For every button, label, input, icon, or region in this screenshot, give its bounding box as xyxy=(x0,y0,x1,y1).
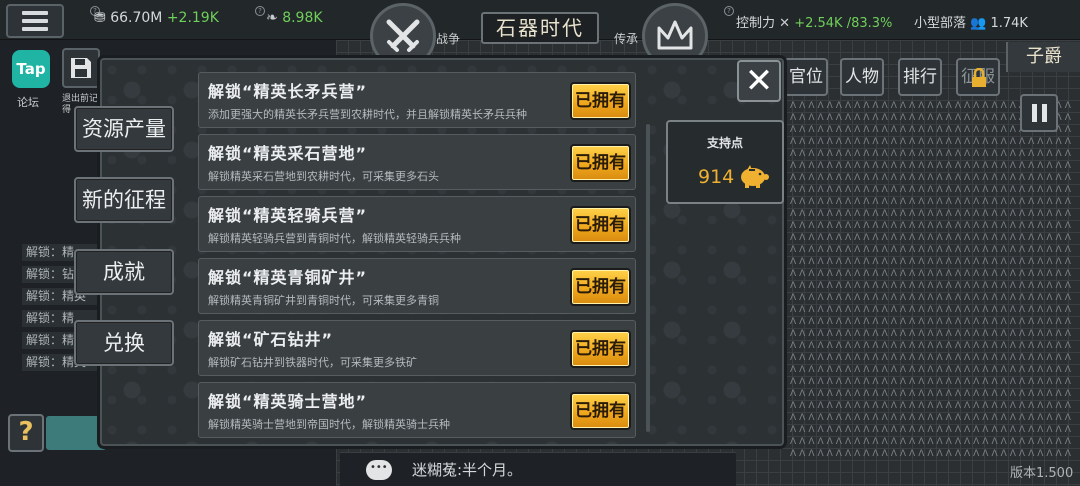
map-cells: ᐱᐱᐱᐱᐱᐱᐱᐱᐱᐱᐱᐱᐱᐱᐱᐱᐱᐱᐱᐱᐱᐱᐱᐱᐱᐱᐱᐱᐱᐱᐱᐱᐱᐱᐱᐱᐱᐱᐱᐱ… xyxy=(790,101,1074,459)
pause-button[interactable] xyxy=(1020,94,1058,132)
crossed-swords-icon xyxy=(386,19,420,52)
item-desc: 解锁精英青铜矿井到青铜时代，可采集更多青铜 xyxy=(208,294,439,307)
item-desc: 解锁精英骑士营地到帝国时代，解锁精英骑士兵种 xyxy=(208,418,450,431)
control-stat: 控制力 ✕ +2.54K /83.3% xyxy=(736,12,892,31)
tab-new-journey[interactable]: 新的征程 xyxy=(74,177,174,223)
battle-label: 战争 xyxy=(436,32,461,46)
coins-value: 66.70M xyxy=(110,10,163,26)
unlock-list[interactable]: 解锁“精英长矛兵营” 添加更强大的精英长矛兵营到农耕时代，并且解锁精英长矛兵兵种… xyxy=(198,72,636,440)
control-delta: +2.54K xyxy=(794,16,843,31)
crown-icon xyxy=(657,20,693,50)
help-small-icon[interactable]: ? xyxy=(724,6,734,16)
save-button[interactable] xyxy=(62,48,100,88)
floppy-disk-icon xyxy=(71,58,91,78)
tab-achievements[interactable]: 成就 xyxy=(74,249,174,295)
tab-resource-output[interactable]: 资源产量 xyxy=(74,106,174,152)
help-button[interactable]: ? xyxy=(8,414,44,452)
owned-button[interactable]: 已拥有 xyxy=(570,268,631,306)
hamburger-icon xyxy=(22,11,48,15)
legacy-label: 传承 xyxy=(614,32,639,46)
era-title: 石器时代 xyxy=(481,12,599,44)
lock-icon xyxy=(972,68,986,87)
swords-small-icon: ✕ xyxy=(779,16,791,31)
tribe-stat: 小型部落 👥 1.74K xyxy=(914,12,1028,31)
top-bar: ? ⛃ 66.70M +2.19K ? ❧ 8.98K 战争 石器时代 传承 ? xyxy=(0,0,1080,69)
item-title: 解锁“精英轻骑兵营” xyxy=(208,206,368,225)
population-value: 1.74K xyxy=(990,16,1028,31)
tab-redeem[interactable]: 兑换 xyxy=(74,320,174,366)
version-label: 版本1.500 xyxy=(1010,466,1074,481)
coins-icon: ⛃ xyxy=(94,10,106,26)
list-scrollbar[interactable] xyxy=(646,124,650,432)
food-icon: ❧ xyxy=(266,10,278,26)
teal-panel-tab[interactable] xyxy=(46,416,106,450)
chat-bar[interactable] xyxy=(340,452,736,486)
support-label: 支持点 xyxy=(706,136,743,150)
pause-icon xyxy=(1031,104,1037,122)
item-desc: 添加更强大的精英长矛兵营到农耕时代，并且解锁精英长矛兵兵种 xyxy=(208,108,527,121)
control-label: 控制力 xyxy=(736,16,776,31)
piggy-bank-icon xyxy=(741,165,769,188)
forum-label: 论坛 xyxy=(17,96,39,109)
owned-button[interactable]: 已拥有 xyxy=(570,392,631,430)
owned-button[interactable]: 已拥有 xyxy=(570,206,631,244)
list-item: 解锁“精英轻骑兵营” 解锁精英轻骑兵营到青铜时代，解锁精英轻骑兵兵种 已拥有 xyxy=(198,196,636,252)
coins-stat: ⛃ 66.70M +2.19K xyxy=(94,10,219,26)
item-title: 解锁“矿石钻井” xyxy=(208,330,334,349)
owned-button[interactable]: 已拥有 xyxy=(570,330,631,368)
support-points-panel: 支持点 914 xyxy=(666,120,784,204)
item-title: 解锁“精英长矛兵营” xyxy=(208,82,368,101)
food-value: 8.98K xyxy=(282,10,323,26)
office-button[interactable]: 官位 xyxy=(784,58,828,96)
population-icon: 👥 xyxy=(970,16,987,31)
owned-button[interactable]: 已拥有 xyxy=(570,82,631,120)
ranking-button[interactable]: 排行 xyxy=(898,58,942,96)
item-desc: 解锁精英采石营地到农耕时代，可采集更多石头 xyxy=(208,170,439,183)
list-item: 解锁“矿石钻井” 解锁矿石钻井到铁器时代，可采集更多铁矿 已拥有 xyxy=(198,320,636,376)
food-stat: ❧ 8.98K xyxy=(266,10,323,26)
control-pct: /83.3% xyxy=(846,16,893,31)
chat-bubble-icon[interactable] xyxy=(366,460,392,480)
item-title: 解锁“精英采石营地” xyxy=(208,144,368,163)
character-button[interactable]: 人物 xyxy=(840,58,884,96)
locked-conquest-button[interactable]: 征服 xyxy=(956,58,1000,96)
list-item: 解锁“精英采石营地” 解锁精英采石营地到农耕时代，可采集更多石头 已拥有 xyxy=(198,134,636,190)
item-desc: 解锁精英轻骑兵营到青铜时代，解锁精英轻骑兵兵种 xyxy=(208,232,461,245)
list-item: 解锁“精英骑士营地” 解锁精英骑士营地到帝国时代，解锁精英骑士兵种 已拥有 xyxy=(198,382,636,438)
item-title: 解锁“精英青铜矿井” xyxy=(208,268,368,287)
close-button[interactable]: ✕ xyxy=(737,60,781,102)
taptap-forum-icon[interactable]: Tap xyxy=(12,50,50,88)
list-item: 解锁“精英长矛兵营” 添加更强大的精英长矛兵营到农耕时代，并且解锁精英长矛兵兵种… xyxy=(198,72,636,128)
support-value: 914 xyxy=(698,166,735,188)
item-title: 解锁“精英骑士营地” xyxy=(208,392,368,411)
item-desc: 解锁矿石钻井到铁器时代，可采集更多铁矿 xyxy=(208,356,417,369)
owned-button[interactable]: 已拥有 xyxy=(570,144,631,182)
coins-delta: +2.19K xyxy=(166,10,219,26)
tribe-label: 小型部落 xyxy=(914,16,967,31)
list-item: 解锁“精英青铜矿井” 解锁精英青铜矿井到青铜时代，可采集更多青铜 已拥有 xyxy=(198,258,636,314)
menu-button[interactable] xyxy=(6,4,64,38)
help-small-icon[interactable]: ? xyxy=(255,6,265,16)
chat-message: 迷糊菟:半个月。 xyxy=(412,461,523,479)
rank-title: 子爵 xyxy=(1006,42,1080,72)
game-screen: ᐱᐱᐱᐱᐱᐱᐱᐱᐱᐱᐱᐱᐱᐱᐱᐱᐱᐱᐱᐱᐱᐱᐱᐱᐱᐱᐱᐱᐱᐱᐱᐱᐱᐱᐱᐱᐱᐱᐱᐱ… xyxy=(0,0,1080,486)
